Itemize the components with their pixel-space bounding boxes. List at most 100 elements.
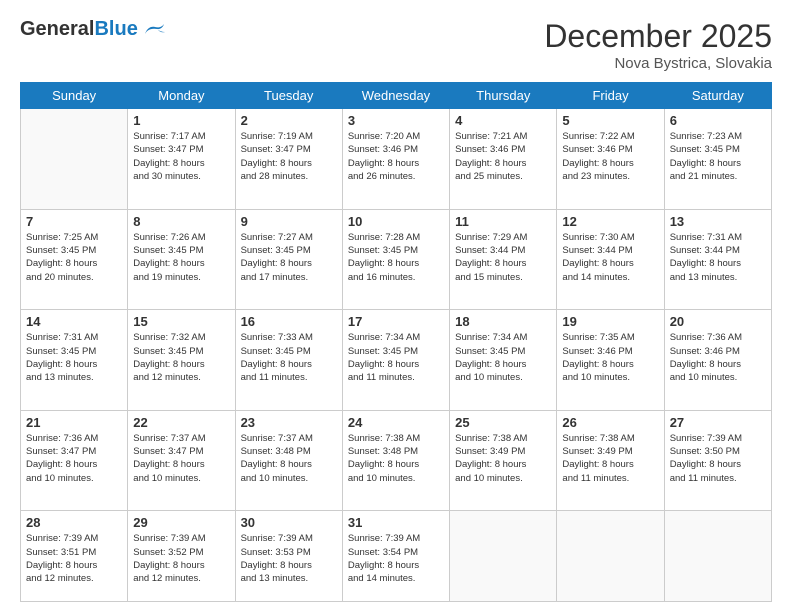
calendar-week-row: 7 Sunrise: 7:25 AM Sunset: 3:45 PM Daylig…: [21, 209, 772, 310]
day-number: 7: [26, 214, 122, 229]
cell-info: Sunrise: 7:23 AM Sunset: 3:45 PM Dayligh…: [670, 130, 766, 183]
day-number: 23: [241, 415, 337, 430]
cell-info: Sunrise: 7:38 AM Sunset: 3:49 PM Dayligh…: [455, 432, 551, 485]
cell-info: Sunrise: 7:39 AM Sunset: 3:53 PM Dayligh…: [241, 532, 337, 585]
cell-info: Sunrise: 7:34 AM Sunset: 3:45 PM Dayligh…: [455, 331, 551, 384]
calendar-cell: 2 Sunrise: 7:19 AM Sunset: 3:47 PM Daylig…: [235, 109, 342, 210]
calendar-header-row: SundayMondayTuesdayWednesdayThursdayFrid…: [21, 83, 772, 109]
cell-info: Sunrise: 7:28 AM Sunset: 3:45 PM Dayligh…: [348, 231, 444, 284]
cell-info: Sunrise: 7:38 AM Sunset: 3:48 PM Dayligh…: [348, 432, 444, 485]
calendar-cell: 7 Sunrise: 7:25 AM Sunset: 3:45 PM Daylig…: [21, 209, 128, 310]
calendar-week-row: 1 Sunrise: 7:17 AM Sunset: 3:47 PM Daylig…: [21, 109, 772, 210]
calendar-cell: 1 Sunrise: 7:17 AM Sunset: 3:47 PM Daylig…: [128, 109, 235, 210]
cell-info: Sunrise: 7:39 AM Sunset: 3:54 PM Dayligh…: [348, 532, 444, 585]
calendar-cell: 31Sunrise: 7:39 AM Sunset: 3:54 PM Dayli…: [342, 511, 449, 602]
logo: GeneralBlue: [20, 18, 165, 40]
calendar-week-row: 28Sunrise: 7:39 AM Sunset: 3:51 PM Dayli…: [21, 511, 772, 602]
day-number: 15: [133, 314, 229, 329]
day-number: 16: [241, 314, 337, 329]
day-number: 8: [133, 214, 229, 229]
calendar-cell: [664, 511, 771, 602]
calendar-cell: 25 Sunrise: 7:38 AM Sunset: 3:49 PM Dayli…: [450, 410, 557, 511]
calendar-cell: 24 Sunrise: 7:38 AM Sunset: 3:48 PM Dayli…: [342, 410, 449, 511]
day-number: 10: [348, 214, 444, 229]
day-header-monday: Monday: [128, 83, 235, 109]
day-number: 27: [670, 415, 766, 430]
cell-info: Sunrise: 7:27 AM Sunset: 3:45 PM Dayligh…: [241, 231, 337, 284]
cell-info: Sunrise: 7:38 AM Sunset: 3:49 PM Dayligh…: [562, 432, 658, 485]
calendar-cell: 14Sunrise: 7:31 AM Sunset: 3:45 PM Dayli…: [21, 310, 128, 411]
calendar-cell: [450, 511, 557, 602]
calendar-cell: 15 Sunrise: 7:32 AM Sunset: 3:45 PM Dayli…: [128, 310, 235, 411]
calendar-cell: 8 Sunrise: 7:26 AM Sunset: 3:45 PM Daylig…: [128, 209, 235, 310]
cell-info: Sunrise: 7:19 AM Sunset: 3:47 PM Dayligh…: [241, 130, 337, 183]
calendar-cell: 12Sunrise: 7:30 AM Sunset: 3:44 PM Dayli…: [557, 209, 664, 310]
cell-info: Sunrise: 7:17 AM Sunset: 3:47 PM Dayligh…: [133, 130, 229, 183]
calendar-cell: 18Sunrise: 7:34 AM Sunset: 3:45 PM Dayli…: [450, 310, 557, 411]
calendar-cell: 10 Sunrise: 7:28 AM Sunset: 3:45 PM Dayli…: [342, 209, 449, 310]
logo-blue: Blue: [94, 18, 137, 40]
day-number: 19: [562, 314, 658, 329]
location: Nova Bystrica, Slovakia: [544, 55, 772, 72]
cell-info: Sunrise: 7:39 AM Sunset: 3:52 PM Dayligh…: [133, 532, 229, 585]
calendar-cell: 17 Sunrise: 7:34 AM Sunset: 3:45 PM Dayli…: [342, 310, 449, 411]
calendar-week-row: 21 Sunrise: 7:36 AM Sunset: 3:47 PM Dayli…: [21, 410, 772, 511]
cell-info: Sunrise: 7:37 AM Sunset: 3:48 PM Dayligh…: [241, 432, 337, 485]
day-number: 11: [455, 214, 551, 229]
calendar-table: SundayMondayTuesdayWednesdayThursdayFrid…: [20, 82, 772, 602]
day-number: 28: [26, 515, 122, 530]
cell-info: Sunrise: 7:26 AM Sunset: 3:45 PM Dayligh…: [133, 231, 229, 284]
cell-info: Sunrise: 7:36 AM Sunset: 3:46 PM Dayligh…: [670, 331, 766, 384]
month-year: December 2025: [544, 18, 772, 55]
calendar-cell: 11 Sunrise: 7:29 AM Sunset: 3:44 PM Dayli…: [450, 209, 557, 310]
cell-info: Sunrise: 7:31 AM Sunset: 3:45 PM Dayligh…: [26, 331, 122, 384]
calendar-cell: 3 Sunrise: 7:20 AM Sunset: 3:46 PM Daylig…: [342, 109, 449, 210]
day-number: 24: [348, 415, 444, 430]
day-number: 20: [670, 314, 766, 329]
calendar-cell: 30 Sunrise: 7:39 AM Sunset: 3:53 PM Dayli…: [235, 511, 342, 602]
page-container: GeneralBlue December 2025 Nova Bystrica,…: [0, 0, 792, 612]
cell-info: Sunrise: 7:30 AM Sunset: 3:44 PM Dayligh…: [562, 231, 658, 284]
day-header-sunday: Sunday: [21, 83, 128, 109]
calendar-cell: 21 Sunrise: 7:36 AM Sunset: 3:47 PM Dayli…: [21, 410, 128, 511]
day-header-saturday: Saturday: [664, 83, 771, 109]
day-number: 17: [348, 314, 444, 329]
cell-info: Sunrise: 7:37 AM Sunset: 3:47 PM Dayligh…: [133, 432, 229, 485]
cell-info: Sunrise: 7:32 AM Sunset: 3:45 PM Dayligh…: [133, 331, 229, 384]
cell-info: Sunrise: 7:33 AM Sunset: 3:45 PM Dayligh…: [241, 331, 337, 384]
day-number: 2: [241, 113, 337, 128]
cell-info: Sunrise: 7:21 AM Sunset: 3:46 PM Dayligh…: [455, 130, 551, 183]
calendar-cell: 23 Sunrise: 7:37 AM Sunset: 3:48 PM Dayli…: [235, 410, 342, 511]
day-number: 25: [455, 415, 551, 430]
cell-info: Sunrise: 7:25 AM Sunset: 3:45 PM Dayligh…: [26, 231, 122, 284]
day-header-wednesday: Wednesday: [342, 83, 449, 109]
calendar-cell: 29Sunrise: 7:39 AM Sunset: 3:52 PM Dayli…: [128, 511, 235, 602]
day-number: 9: [241, 214, 337, 229]
cell-info: Sunrise: 7:36 AM Sunset: 3:47 PM Dayligh…: [26, 432, 122, 485]
calendar-cell: 22 Sunrise: 7:37 AM Sunset: 3:47 PM Dayli…: [128, 410, 235, 511]
day-number: 13: [670, 214, 766, 229]
cell-info: Sunrise: 7:35 AM Sunset: 3:46 PM Dayligh…: [562, 331, 658, 384]
calendar-cell: 5Sunrise: 7:22 AM Sunset: 3:46 PM Daylig…: [557, 109, 664, 210]
cell-info: Sunrise: 7:29 AM Sunset: 3:44 PM Dayligh…: [455, 231, 551, 284]
cell-info: Sunrise: 7:34 AM Sunset: 3:45 PM Dayligh…: [348, 331, 444, 384]
day-number: 4: [455, 113, 551, 128]
logo-general: General: [20, 18, 94, 40]
day-number: 5: [562, 113, 658, 128]
cell-info: Sunrise: 7:20 AM Sunset: 3:46 PM Dayligh…: [348, 130, 444, 183]
day-number: 30: [241, 515, 337, 530]
day-number: 1: [133, 113, 229, 128]
day-number: 3: [348, 113, 444, 128]
calendar-cell: [557, 511, 664, 602]
day-number: 22: [133, 415, 229, 430]
cell-info: Sunrise: 7:31 AM Sunset: 3:44 PM Dayligh…: [670, 231, 766, 284]
day-header-thursday: Thursday: [450, 83, 557, 109]
calendar-cell: 27 Sunrise: 7:39 AM Sunset: 3:50 PM Dayli…: [664, 410, 771, 511]
calendar-cell: [21, 109, 128, 210]
day-header-tuesday: Tuesday: [235, 83, 342, 109]
calendar-cell: 9 Sunrise: 7:27 AM Sunset: 3:45 PM Daylig…: [235, 209, 342, 310]
calendar-cell: 20 Sunrise: 7:36 AM Sunset: 3:46 PM Dayli…: [664, 310, 771, 411]
day-number: 21: [26, 415, 122, 430]
cell-info: Sunrise: 7:39 AM Sunset: 3:50 PM Dayligh…: [670, 432, 766, 485]
calendar-cell: 6Sunrise: 7:23 AM Sunset: 3:45 PM Daylig…: [664, 109, 771, 210]
